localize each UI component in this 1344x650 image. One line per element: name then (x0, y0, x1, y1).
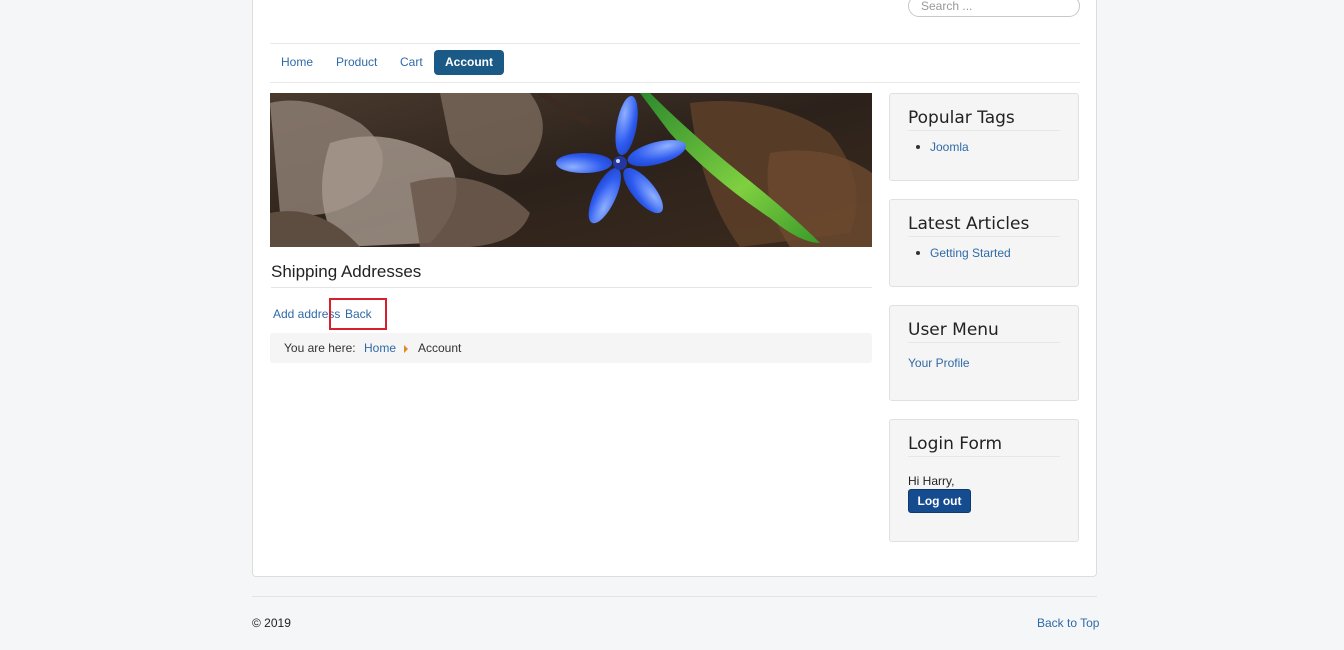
breadcrumb-prefix: You are here: (284, 341, 356, 355)
greeting-text: Hi Harry, (908, 474, 955, 488)
main-nav: Home Product Cart Account (270, 43, 1080, 83)
article-link-getting-started[interactable]: Getting Started (930, 246, 1011, 260)
module-title: Popular Tags (908, 108, 1060, 131)
breadcrumb-home-link[interactable]: Home (364, 333, 396, 363)
nav-item-account[interactable]: Account (434, 50, 504, 75)
nav-item-product[interactable]: Product (325, 50, 388, 75)
user-menu-module: User Menu Your Profile (889, 305, 1079, 401)
search-input[interactable] (921, 0, 1071, 13)
logout-button[interactable]: Log out (908, 489, 971, 513)
module-title: Login Form (908, 434, 1060, 457)
list-item: Getting Started (916, 246, 1011, 260)
breadcrumb: You are here: Home Account (270, 333, 872, 363)
back-to-top-link[interactable]: Back to Top (1037, 616, 1099, 630)
login-form-module: Login Form Hi Harry, Log out (889, 419, 1079, 542)
highlight-box (329, 298, 387, 330)
footer-divider (252, 596, 1097, 597)
tag-link-joomla[interactable]: Joomla (930, 140, 969, 154)
module-title: User Menu (908, 320, 1060, 343)
copyright-text: © 2019 (252, 616, 291, 630)
tag-list: Joomla (916, 140, 969, 154)
latest-articles-module: Latest Articles Getting Started (889, 199, 1079, 287)
popular-tags-module: Popular Tags Joomla (889, 93, 1079, 181)
search-box[interactable] (908, 0, 1080, 17)
breadcrumb-current: Account (418, 341, 462, 355)
page-title: Shipping Addresses (271, 262, 872, 288)
module-title: Latest Articles (908, 214, 1060, 237)
breadcrumb-separator-icon (404, 345, 408, 353)
list-item: Joomla (916, 140, 969, 154)
nav-item-home[interactable]: Home (270, 50, 324, 75)
header-banner-image (270, 93, 872, 247)
nav-item-cart[interactable]: Cart (389, 50, 434, 75)
your-profile-link[interactable]: Your Profile (908, 356, 970, 370)
article-list: Getting Started (916, 246, 1011, 260)
page-container: Home Product Cart Account (252, 0, 1097, 577)
